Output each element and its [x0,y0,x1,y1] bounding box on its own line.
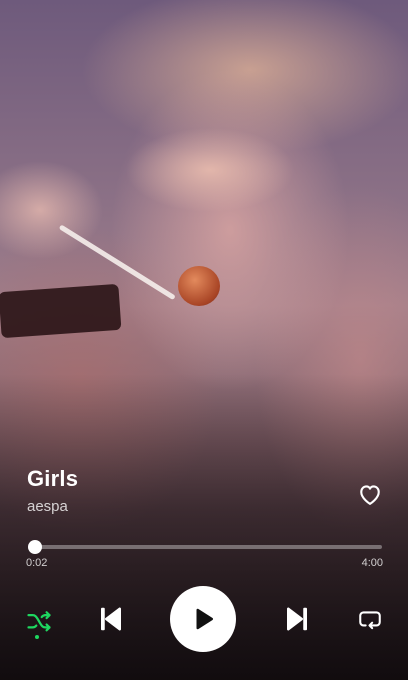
repeat-button[interactable] [356,606,384,634]
progress-bar[interactable] [27,540,382,554]
artwork-gradient-overlay [0,0,408,680]
shuffle-button[interactable] [24,606,54,636]
elapsed-time: 0:02 [26,557,48,569]
repeat-icon [359,611,381,630]
play-button[interactable] [170,586,236,652]
next-track-button[interactable] [280,602,314,636]
progress-knob[interactable] [27,540,42,554]
shuffle-active-indicator [35,635,39,639]
previous-track-button[interactable] [94,602,128,636]
shuffle-icon [27,611,51,632]
heart-outline-icon [360,485,380,505]
total-duration: 4:00 [361,557,383,569]
track-artist[interactable]: aespa [27,498,68,515]
play-icon [196,608,214,630]
skip-next-icon [287,607,307,631]
skip-previous-icon [101,607,121,631]
like-button[interactable] [356,480,384,508]
track-title: Girls [27,466,79,491]
